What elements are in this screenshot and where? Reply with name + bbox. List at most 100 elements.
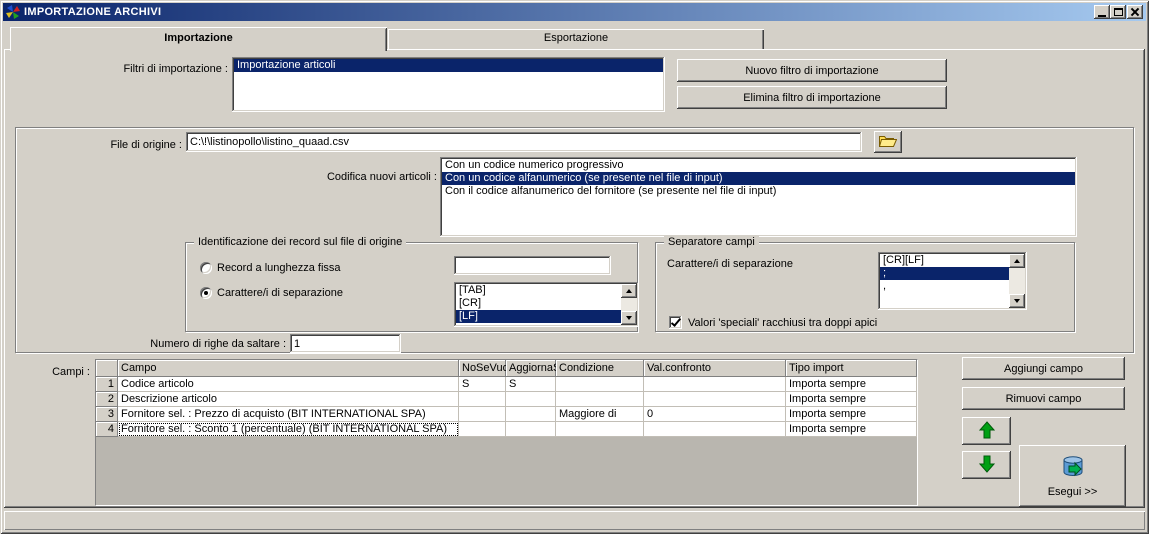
row-number: 3 xyxy=(96,407,118,422)
record-identification-group: Identificazione dei record sul file di o… xyxy=(185,236,639,332)
cell-condizione[interactable]: Maggiore di xyxy=(556,407,644,422)
cell-tipo[interactable]: Importa sempre xyxy=(786,392,917,407)
scrollbar-track[interactable] xyxy=(1009,268,1025,294)
list-item-encoding[interactable]: Con un codice numerico progressivo xyxy=(442,159,1075,172)
cell-aggiorna[interactable] xyxy=(506,422,556,437)
cell-nosevuo[interactable] xyxy=(459,392,506,407)
tab-importazione-label: Importazione xyxy=(164,32,233,44)
cell-nosevuo[interactable] xyxy=(459,422,506,437)
source-file-input[interactable] xyxy=(186,132,862,152)
special-values-checkbox[interactable] xyxy=(669,316,682,329)
list-item-record-separator[interactable]: [LF] xyxy=(456,310,637,323)
fixed-length-radio[interactable] xyxy=(200,262,212,274)
cell-nosevuo[interactable] xyxy=(459,407,506,422)
import-filters-listbox[interactable]: Importazione articoli xyxy=(232,57,665,112)
list-item-encoding[interactable]: Con un codice alfanumerico (se presente … xyxy=(442,172,1075,185)
scroll-down-icon[interactable] xyxy=(621,311,637,325)
special-values-checkbox-label: Valori 'speciali' racchiusi tra doppi ap… xyxy=(688,317,878,329)
cell-confronto[interactable] xyxy=(644,377,786,392)
import-archives-window: IMPORTAZIONE ARCHIVI Importazione Esport… xyxy=(0,0,1149,534)
cell-aggiorna[interactable] xyxy=(506,392,556,407)
table-row[interactable]: 4 Fornitore sel. : Sconto 1 (percentuale… xyxy=(96,422,917,437)
row-number: 4 xyxy=(96,422,118,437)
cell-condizione[interactable] xyxy=(556,422,644,437)
grid-header-row: Campo NoSeVuo AggiornaS Condizione Val.c… xyxy=(96,360,917,377)
cell-confronto[interactable]: 0 xyxy=(644,407,786,422)
cell-confronto[interactable] xyxy=(644,422,786,437)
skip-rows-label: Numero di righe da saltare : xyxy=(150,338,286,350)
column-header-nosevuo[interactable]: NoSeVuo xyxy=(459,360,506,377)
move-down-button[interactable] xyxy=(962,451,1011,479)
fixed-length-radio-label: Record a lunghezza fissa xyxy=(217,262,341,274)
source-file-label: File di origine : xyxy=(110,139,182,151)
cell-tipo[interactable]: Importa sempre xyxy=(786,407,917,422)
scroll-down-icon[interactable] xyxy=(1009,294,1025,308)
fields-grid[interactable]: Campo NoSeVuo AggiornaS Condizione Val.c… xyxy=(95,359,918,506)
fields-label: Campi : xyxy=(52,366,90,378)
cell-aggiorna[interactable]: S xyxy=(506,377,556,392)
browse-file-button[interactable] xyxy=(874,131,902,153)
new-import-filter-button[interactable]: Nuovo filtro di importazione xyxy=(677,59,947,82)
field-separator-label: Carattere/i di separazione xyxy=(667,258,793,270)
field-separator-listbox[interactable]: [CR][LF] ; , xyxy=(878,252,1027,310)
separator-radio-label: Carattere/i di separazione xyxy=(217,287,343,299)
fixed-length-input[interactable] xyxy=(454,256,611,275)
statusbar xyxy=(4,511,1145,530)
list-item-record-separator[interactable]: [TAB] xyxy=(456,284,637,297)
column-header-confronto[interactable]: Val.confronto xyxy=(644,360,786,377)
table-row[interactable]: 3 Fornitore sel. : Prezzo di acquisto (B… xyxy=(96,407,917,422)
add-field-button[interactable]: Aggiungi campo xyxy=(962,357,1125,380)
list-item-field-separator[interactable]: [CR][LF] xyxy=(880,254,1025,267)
list-item-record-separator[interactable]: [CR] xyxy=(456,297,637,310)
column-header-rownum[interactable] xyxy=(96,360,118,377)
list-item-encoding[interactable]: Con il codice alfanumerico del fornitore… xyxy=(442,185,1075,198)
green-arrow-down-icon xyxy=(978,455,995,476)
field-separator-scrollbar[interactable] xyxy=(1009,254,1025,308)
cell-campo[interactable]: Fornitore sel. : Sconto 1 (percentuale) … xyxy=(118,422,459,437)
cell-campo[interactable]: Descrizione articolo xyxy=(118,392,459,407)
cell-condizione[interactable] xyxy=(556,377,644,392)
execute-button[interactable]: Esegui >> xyxy=(1019,445,1126,507)
separator-radio[interactable] xyxy=(200,287,212,299)
skip-rows-input[interactable] xyxy=(290,334,401,353)
list-item-field-separator[interactable]: , xyxy=(880,280,1025,293)
cell-confronto[interactable] xyxy=(644,392,786,407)
cell-campo[interactable]: Fornitore sel. : Prezzo di acquisto (BIT… xyxy=(118,407,459,422)
row-number: 1 xyxy=(96,377,118,392)
record-identification-title: Identificazione dei record sul file di o… xyxy=(194,236,407,248)
execute-button-label: Esegui >> xyxy=(1047,486,1098,498)
record-separator-listbox[interactable]: [TAB] [CR] [LF] xyxy=(454,282,639,327)
move-up-button[interactable] xyxy=(962,417,1011,445)
column-header-tipo[interactable]: Tipo import xyxy=(786,360,917,377)
field-separator-title: Separatore campi xyxy=(664,236,759,248)
cell-nosevuo[interactable]: S xyxy=(459,377,506,392)
field-separator-group: Separatore campi Carattere/i di separazi… xyxy=(655,236,1075,332)
table-row[interactable]: 1 Codice articolo S S Importa sempre xyxy=(96,377,917,392)
column-header-campo[interactable]: Campo xyxy=(118,360,459,377)
cell-tipo[interactable]: Importa sempre xyxy=(786,422,917,437)
green-arrow-up-icon xyxy=(978,420,995,442)
row-number: 2 xyxy=(96,392,118,407)
cell-campo[interactable]: Codice articolo xyxy=(118,377,459,392)
column-header-aggiorna[interactable]: AggiornaS xyxy=(506,360,556,377)
list-item-import-filter[interactable]: Importazione articoli xyxy=(234,59,663,72)
database-run-icon xyxy=(1059,454,1087,483)
table-row[interactable]: 2 Descrizione articolo Importa sempre xyxy=(96,392,917,407)
cell-tipo[interactable]: Importa sempre xyxy=(786,377,917,392)
record-separator-scrollbar[interactable] xyxy=(621,284,637,325)
encoding-listbox[interactable]: Con un codice numerico progressivo Con u… xyxy=(440,157,1077,237)
encoding-label: Codifica nuovi articoli : xyxy=(326,171,437,183)
scrollbar-track[interactable] xyxy=(621,298,637,311)
scroll-up-icon[interactable] xyxy=(1009,254,1025,268)
remove-field-button[interactable]: Rimuovi campo xyxy=(962,387,1125,410)
cell-aggiorna[interactable] xyxy=(506,407,556,422)
scroll-up-icon[interactable] xyxy=(621,284,637,298)
delete-import-filter-button[interactable]: Elimina filtro di importazione xyxy=(677,86,947,109)
column-header-condizione[interactable]: Condizione xyxy=(556,360,644,377)
open-folder-icon xyxy=(878,134,898,150)
tab-importazione[interactable]: Importazione xyxy=(10,27,387,51)
cell-condizione[interactable] xyxy=(556,392,644,407)
grid-empty-area xyxy=(96,437,917,505)
import-filters-label: Filtri di importazione : xyxy=(123,63,228,75)
list-item-field-separator[interactable]: ; xyxy=(880,267,1025,280)
